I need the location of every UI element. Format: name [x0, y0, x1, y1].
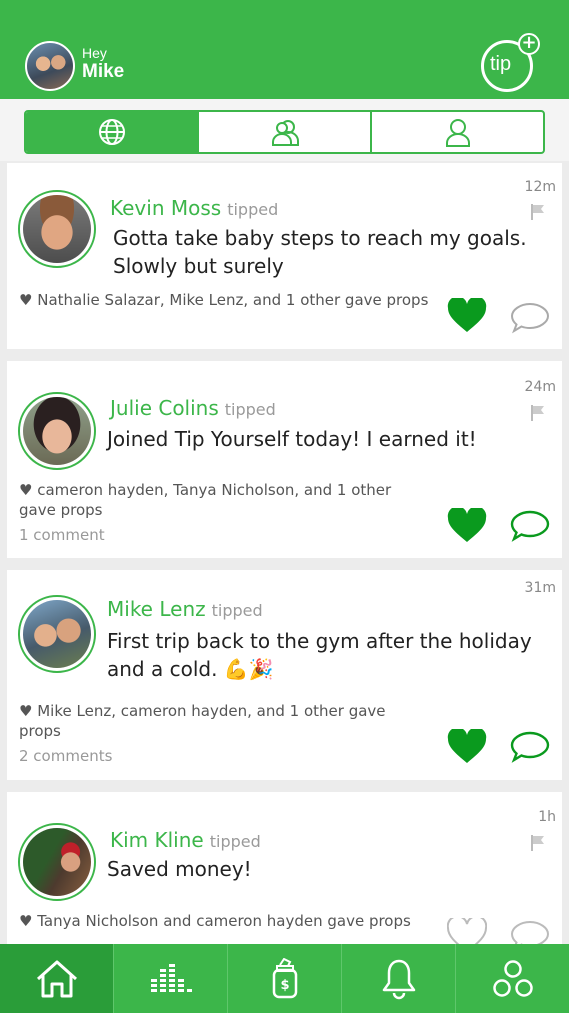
heart-icon[interactable] — [447, 729, 487, 765]
comment-icon[interactable] — [510, 509, 550, 543]
feed-card: Kim Kline tipped Saved money! 1h ♥ Tanya … — [7, 792, 562, 944]
props-text: ♥ Mike Lenz, cameron hayden, and 1 other… — [19, 701, 429, 741]
tab-profile[interactable] — [372, 112, 543, 152]
feed-filter-bar — [0, 99, 569, 161]
props-names: Nathalie Salazar, Mike Lenz, and 1 other… — [37, 291, 429, 309]
post-message: Joined Tip Yourself today! I earned it! — [107, 427, 477, 451]
action-label: tipped — [209, 832, 261, 851]
avatar[interactable] — [18, 190, 96, 268]
post-author[interactable]: Kevin Moss tipped — [110, 196, 278, 220]
feed-card: Julie Colins tipped Joined Tip Yourself t… — [7, 361, 562, 558]
greeting: Hey Mike — [82, 45, 124, 83]
profile-icon — [445, 119, 470, 147]
comment-icon[interactable] — [510, 730, 550, 764]
svg-text:$: $ — [280, 978, 289, 993]
author-name[interactable]: Mike Lenz — [107, 597, 206, 621]
flag-icon[interactable] — [530, 834, 546, 852]
username: Mike — [82, 61, 125, 82]
tip-button-label: tip — [490, 53, 512, 75]
action-label: tipped — [227, 200, 279, 219]
flag-icon[interactable] — [530, 203, 546, 221]
feed-card: Mike Lenz tipped First trip back to the g… — [7, 570, 562, 780]
flag-icon[interactable] — [530, 404, 546, 422]
nav-savings[interactable]: $ — [228, 944, 342, 1013]
post-time: 31m — [524, 580, 556, 596]
post-author[interactable]: Julie Colins tipped — [110, 396, 276, 420]
post-time: 12m — [524, 179, 556, 195]
props-names: cameron hayden, Tanya Nicholson, and 1 o… — [19, 481, 392, 519]
avatar[interactable] — [18, 392, 96, 470]
feed-card: Kevin Moss tipped Gotta take baby steps t… — [7, 163, 562, 349]
more-circles-icon — [492, 959, 533, 997]
author-name[interactable]: Kevin Moss — [110, 196, 221, 220]
post-message: First trip back to the gym after the hol… — [107, 629, 532, 681]
bottom-nav: $ — [0, 944, 569, 1013]
heart-outline-icon[interactable] — [447, 918, 487, 944]
nav-leaderboard[interactable] — [114, 944, 228, 1013]
comment-icon[interactable] — [510, 301, 550, 335]
comments-count[interactable]: 2 comments — [19, 747, 112, 765]
props-names: Tanya Nicholson and cameron hayden gave … — [37, 912, 411, 930]
nav-notifications[interactable] — [342, 944, 456, 1013]
nav-home[interactable] — [0, 944, 114, 1013]
heart-icon[interactable] — [447, 508, 487, 544]
feed-filter-tabs — [24, 110, 545, 154]
small-heart-icon: ♥ — [19, 702, 33, 720]
globe-icon — [98, 119, 125, 145]
props-names: Mike Lenz, cameron hayden, and 1 other g… — [19, 702, 386, 740]
avatar[interactable] — [18, 595, 96, 673]
home-icon — [36, 960, 77, 997]
props-text: ♥ Nathalie Salazar, Mike Lenz, and 1 oth… — [19, 290, 429, 310]
small-heart-icon: ♥ — [19, 912, 33, 930]
plus-icon: + — [518, 33, 540, 55]
leaderboard-icon — [150, 963, 192, 992]
user-avatar[interactable] — [25, 41, 75, 91]
tab-friends[interactable] — [199, 112, 372, 152]
greeting-text: Hey — [82, 45, 107, 61]
comments-count[interactable]: 1 comment — [19, 526, 105, 544]
author-name[interactable]: Julie Colins — [110, 396, 219, 420]
action-label: tipped — [224, 400, 276, 419]
tab-global[interactable] — [26, 112, 199, 152]
app-header: Hey Mike tip + — [0, 0, 569, 99]
post-message: Gotta take baby steps to reach my goals.… — [113, 226, 527, 278]
heart-icon[interactable] — [447, 298, 487, 334]
comment-icon[interactable] — [510, 919, 550, 944]
small-heart-icon: ♥ — [19, 291, 33, 309]
nav-more[interactable] — [456, 944, 569, 1013]
post-time: 1h — [538, 809, 556, 825]
post-author[interactable]: Mike Lenz tipped — [107, 597, 263, 621]
money-jar-icon: $ — [272, 957, 297, 998]
props-text: ♥ Tanya Nicholson and cameron hayden gav… — [19, 911, 429, 931]
post-time: 24m — [524, 379, 556, 395]
avatar[interactable] — [18, 823, 96, 901]
post-message: Saved money! — [107, 857, 252, 881]
small-heart-icon: ♥ — [19, 481, 33, 499]
post-author[interactable]: Kim Kline tipped — [110, 828, 261, 852]
action-label: tipped — [211, 601, 263, 620]
bell-icon — [382, 959, 415, 999]
props-text: ♥ cameron hayden, Tanya Nicholson, and 1… — [19, 480, 429, 520]
author-name[interactable]: Kim Kline — [110, 828, 204, 852]
tip-button[interactable]: tip + — [481, 33, 540, 92]
friends-icon — [271, 120, 299, 146]
